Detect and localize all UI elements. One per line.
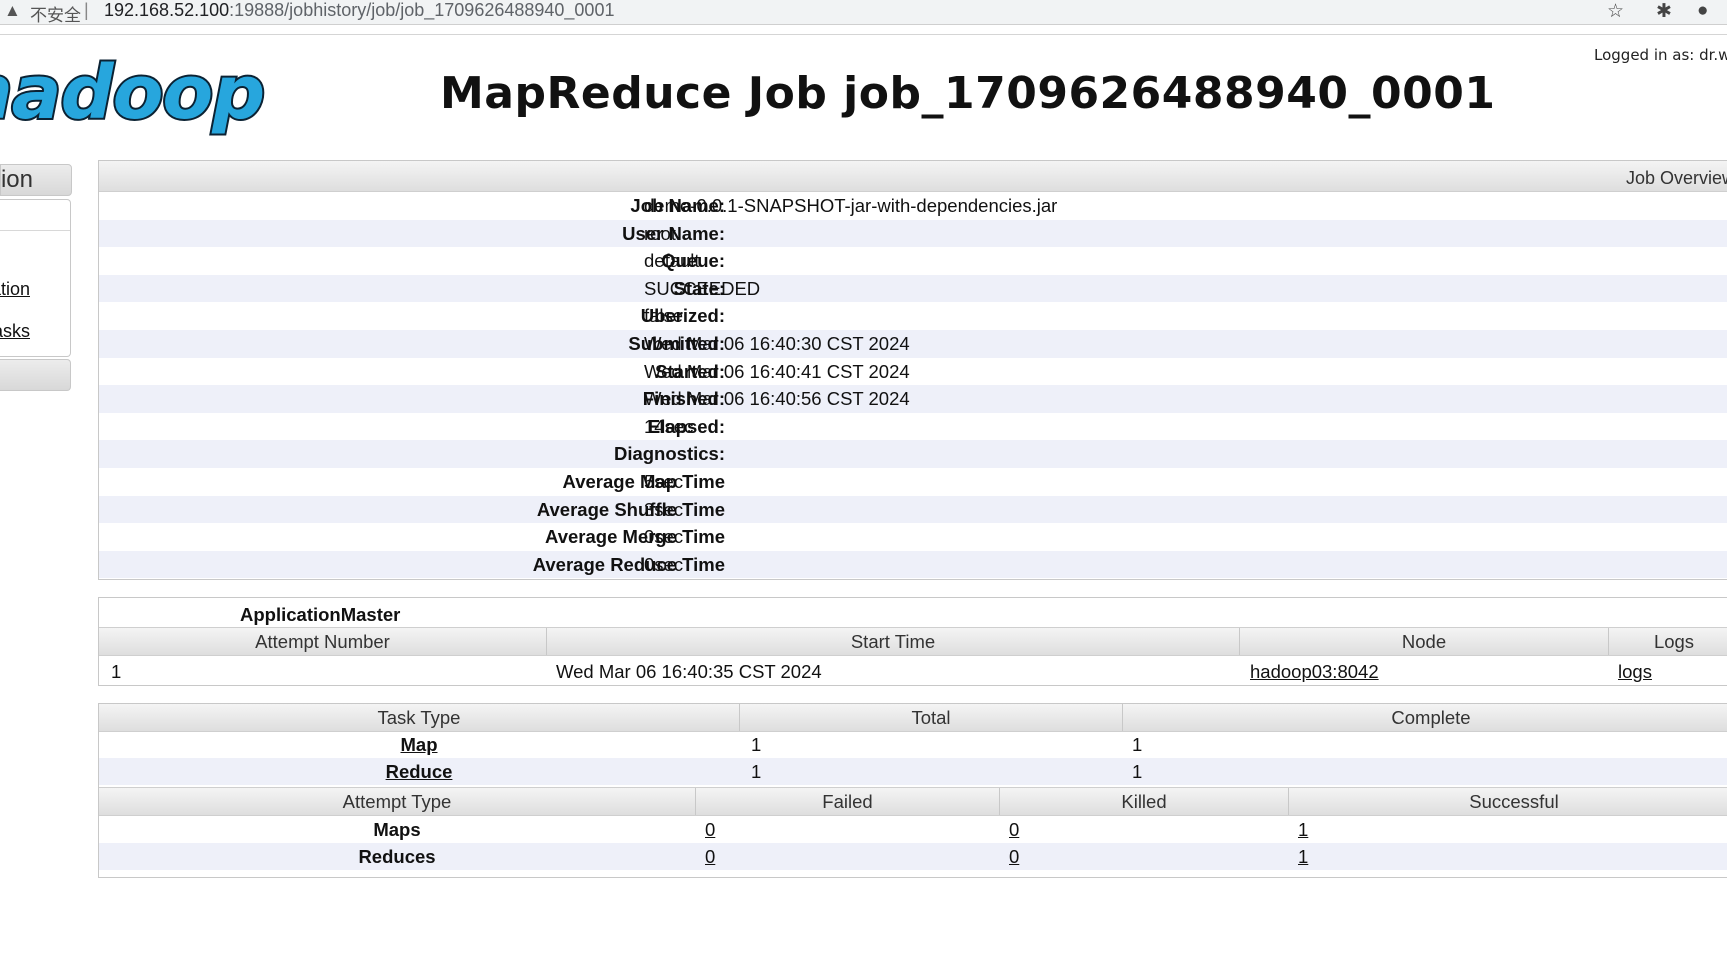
- page-top-border: [0, 34, 1727, 35]
- maps-killed-link[interactable]: 0: [1009, 819, 1019, 841]
- task-type-map-link[interactable]: Map: [99, 734, 739, 756]
- overview-row: Submitted: Wed Mar 06 16:40:30 CST 2024: [99, 329, 1727, 358]
- logged-in-label: Logged in as: dr.w: [1594, 46, 1727, 64]
- overview-value: false: [644, 305, 684, 327]
- overview-value: Wed Mar 06 16:40:56 CST 2024: [644, 388, 910, 410]
- nav-section-application[interactable]: Application: [0, 164, 72, 196]
- job-overview-table: Job Overview Job Name: demo-0.0.1-SNAPSHO…: [98, 160, 1727, 580]
- nav-section-label: Application: [0, 166, 33, 193]
- task-complete: 1: [1132, 734, 1143, 755]
- am-header-row: Attempt Number Start Time Node Logs: [99, 627, 1727, 656]
- col-attempt-type: Attempt Type: [342, 791, 452, 812]
- application-master-title: ApplicationMaster: [240, 604, 401, 625]
- overview-row: Started: Wed Mar 06 16:40:41 CST 2024: [99, 358, 1727, 386]
- task-complete: 1: [1132, 761, 1143, 782]
- job-overview-header: Job Overview: [99, 161, 1727, 192]
- url-host: 192.168.52.100: [104, 0, 230, 20]
- overview-value: Wed Mar 06 16:40:30 CST 2024: [644, 332, 910, 354]
- attempts-header-row: Attempt Type Failed Killed Successful: [99, 787, 1727, 816]
- puzzle-icon[interactable]: ✱: [1656, 0, 1672, 23]
- am-logs-link[interactable]: logs: [1618, 661, 1652, 683]
- attempt-type-reduces: Reduces: [358, 846, 436, 867]
- am-attempt-number: 1: [111, 661, 122, 682]
- attempt-row-reduces: Reduces 0 0 1: [99, 843, 1727, 870]
- hadoop-logo[interactable]: hadoop: [0, 54, 267, 132]
- security-label[interactable]: 不安全: [30, 1, 81, 26]
- url-text[interactable]: 192.168.52.100:19888/jobhistory/job/job_…: [104, 0, 614, 21]
- task-total: 1: [751, 734, 762, 755]
- nav-section-footer[interactable]: [0, 359, 71, 391]
- col-logs[interactable]: Logs: [1609, 631, 1727, 653]
- overview-row: Average Reduce Time 0sec: [99, 550, 1727, 579]
- overview-label: Average Shuffle Time: [536, 498, 725, 520]
- overview-row: Elapsed: 14sec: [99, 413, 1727, 441]
- col-complete: Complete: [1391, 707, 1471, 728]
- application-master-table: ApplicationMaster Attempt Number Start T…: [98, 597, 1727, 686]
- reduces-failed-link[interactable]: 0: [705, 846, 715, 868]
- maps-failed-link[interactable]: 0: [705, 819, 715, 841]
- person-icon[interactable]: ●: [1697, 0, 1708, 22]
- overview-row: Average Shuffle Time 3sec: [99, 495, 1727, 524]
- tasks-header-row: Task Type Total Complete: [99, 704, 1727, 732]
- overview-row: Average Merge Time 0sec: [99, 523, 1727, 551]
- overview-row: User Name: root: [99, 219, 1727, 248]
- overview-value: 14sec: [644, 415, 694, 437]
- nav-link-map-tasks[interactable]: Map tasks: [0, 321, 30, 342]
- col-start-time[interactable]: Start Time: [547, 631, 1239, 653]
- task-type-reduce-link[interactable]: Reduce: [99, 761, 739, 783]
- attempt-row-maps: Maps 0 0 1: [99, 816, 1727, 843]
- overview-value: 5sec: [644, 470, 684, 492]
- reduces-killed-link[interactable]: 0: [1009, 846, 1019, 868]
- warning-triangle-icon: ▲: [4, 1, 21, 20]
- col-node[interactable]: Node: [1240, 631, 1608, 653]
- maps-successful-link[interactable]: 1: [1298, 819, 1308, 841]
- col-successful: Successful: [1469, 791, 1559, 812]
- overview-row: Diagnostics:: [99, 440, 1727, 468]
- col-total: Total: [911, 707, 951, 728]
- job-overview-title: Job Overview: [1626, 168, 1727, 188]
- col-attempt-number[interactable]: Attempt Number: [99, 631, 546, 653]
- nav-link-configuration[interactable]: Configuration: [0, 279, 30, 300]
- task-row-reduce: Reduce 1 1: [99, 758, 1727, 785]
- overview-value: root: [644, 222, 676, 244]
- overview-value: SUCCEEDED: [644, 277, 761, 299]
- browser-address-bar[interactable]: ▲ 不安全 | 192.168.52.100:19888/jobhistory/…: [0, 0, 1727, 25]
- overview-value: default: [644, 250, 700, 272]
- overview-row: Average Map Time 5sec: [99, 468, 1727, 496]
- task-total: 1: [751, 761, 762, 782]
- col-failed: Failed: [822, 791, 873, 812]
- overview-label: Average Merge Time: [545, 526, 725, 548]
- overview-value: 0sec: [644, 526, 684, 548]
- overview-row: Finished: Wed Mar 06 16:40:56 CST 2024: [99, 385, 1727, 413]
- reduces-successful-link[interactable]: 1: [1298, 846, 1308, 868]
- overview-label: Average Reduce Time: [532, 553, 725, 575]
- star-icon[interactable]: ☆: [1607, 0, 1624, 23]
- separator: |: [84, 0, 89, 20]
- overview-value: 0sec: [644, 553, 684, 575]
- overview-label: Diagnostics:: [613, 443, 725, 465]
- col-task-type: Task Type: [377, 707, 461, 728]
- nav-box: Configuration Map tasks: [0, 199, 71, 357]
- overview-value: demo-0.0.1-SNAPSHOT-jar-with-dependencie…: [644, 195, 1058, 216]
- task-row-map: Map 1 1: [99, 731, 1727, 758]
- overview-row: Queue: default: [99, 247, 1727, 275]
- attempt-type-maps: Maps: [373, 819, 421, 840]
- overview-value: Wed Mar 06 16:40:41 CST 2024: [644, 360, 910, 382]
- url-path: :19888/jobhistory/job/job_1709626488940_…: [229, 0, 615, 20]
- overview-value: 3sec: [644, 498, 684, 520]
- overview-row: Job Name: demo-0.0.1-SNAPSHOT-jar-with-de…: [99, 192, 1727, 220]
- tasks-table: Task Type Total Complete Map 1 1 Reduce …: [98, 703, 1727, 878]
- overview-row: State: SUCCEEDED: [99, 274, 1727, 303]
- overview-row: Uberized: false: [99, 302, 1727, 330]
- am-start-time: Wed Mar 06 16:40:35 CST 2024: [556, 661, 822, 682]
- am-node-link[interactable]: hadoop03:8042: [1250, 661, 1379, 683]
- col-killed: Killed: [1121, 791, 1167, 812]
- nav-divider: [0, 230, 70, 231]
- page-title: MapReduce Job job_1709626488940_0001: [440, 68, 1496, 119]
